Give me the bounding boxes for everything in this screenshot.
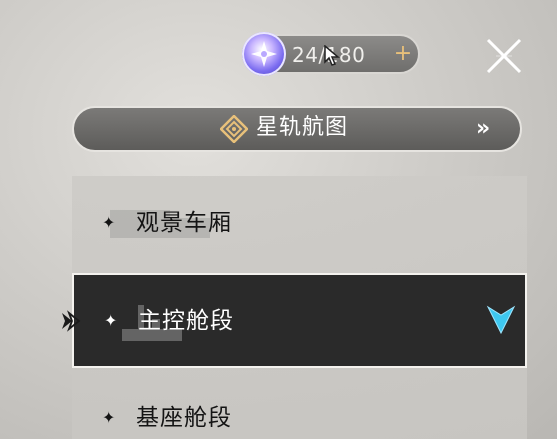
compass-diamond-icon bbox=[219, 114, 249, 144]
selected-indicator-icon bbox=[60, 309, 82, 333]
section-label: 观景车厢 bbox=[136, 210, 232, 236]
section-item-observation-car[interactable]: ✦ 观景车厢 bbox=[72, 176, 527, 270]
current-location-icon bbox=[486, 303, 516, 337]
section-label: 主控舱段 bbox=[138, 307, 234, 334]
star-rail-map-label: 星轨航图 bbox=[256, 115, 349, 140]
section-item-master-control-zone[interactable]: ✦ 主控舱段 bbox=[72, 273, 527, 368]
star-rail-pass-icon bbox=[242, 32, 286, 76]
add-currency-button[interactable]: + bbox=[392, 42, 414, 66]
sparkle-icon: ✦ bbox=[102, 408, 116, 427]
mouse-cursor-icon bbox=[324, 44, 341, 71]
sparkle-icon: ✦ bbox=[104, 310, 118, 330]
sparkle-icon: ✦ bbox=[102, 213, 116, 232]
section-item-base-zone[interactable]: ✦ 基座舱段 bbox=[72, 370, 527, 439]
double-chevron-right-icon: » bbox=[476, 116, 490, 141]
close-icon[interactable] bbox=[482, 34, 526, 78]
section-label: 基座舱段 bbox=[136, 405, 232, 431]
